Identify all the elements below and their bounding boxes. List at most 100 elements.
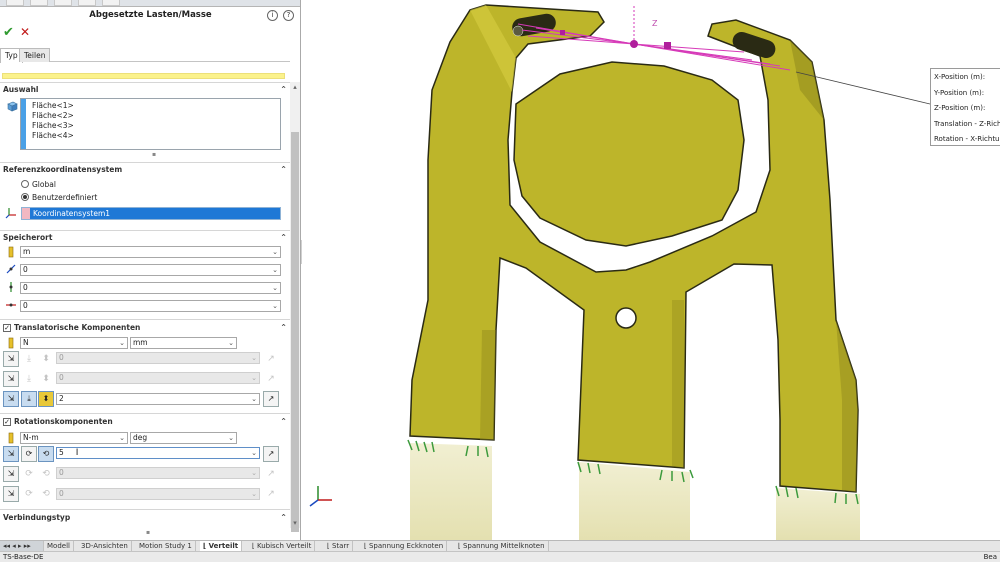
section-title: Rotationskomponenten <box>14 417 113 426</box>
moment-button[interactable]: ⟳ <box>21 446 37 462</box>
select-value: N-m <box>23 433 39 442</box>
force-unit-select[interactable]: N ⌄ <box>20 337 128 349</box>
displacement-button[interactable]: ⬍ <box>38 391 54 407</box>
ok-button[interactable]: ✔ <box>3 26 14 39</box>
rotation-y-input[interactable]: 0 ⌄ <box>56 467 260 479</box>
scroll-up-icon[interactable]: ▴ <box>290 82 300 92</box>
x-axis-icon <box>6 264 16 274</box>
selection-color-chip <box>22 208 30 219</box>
info-icon[interactable]: i <box>267 10 278 21</box>
chevron-down-icon: ⌄ <box>251 395 257 403</box>
panel-scrollbar[interactable]: ▴ ▾ <box>290 82 300 532</box>
units-ruler-icon <box>8 337 14 349</box>
reverse-direction-button[interactable]: ↗ <box>263 391 279 407</box>
location-unit-select[interactable]: m ⌄ <box>20 246 281 258</box>
reverse-direction-icon[interactable]: ↗ <box>264 372 278 386</box>
rotation-x-input[interactable]: 5 I ⌄ <box>56 447 260 459</box>
collapse-icon[interactable]: ⌃ <box>280 322 287 334</box>
radio-benutzerdefiniert[interactable] <box>21 193 29 201</box>
collapse-icon[interactable]: ⌃ <box>280 84 287 96</box>
displacement-icon[interactable]: ⬍ <box>39 372 53 386</box>
x-location-input[interactable]: 0 ⌄ <box>20 264 281 276</box>
input-value: 0 <box>23 301 28 310</box>
scroll-down-icon[interactable]: ▾ <box>290 518 300 528</box>
moment-icon[interactable]: ⟳ <box>22 467 36 481</box>
section-header-rotationskomponenten[interactable]: Rotationskomponenten ⌃ <box>0 416 290 428</box>
section-header-verbindungstyp[interactable]: Verbindungstyp ⌃ <box>0 512 290 524</box>
featuremanager-tab[interactable] <box>6 0 24 6</box>
section-title: Translatorische Komponenten <box>14 323 141 332</box>
text-cursor-icon: I <box>75 448 79 458</box>
x-rotation-button[interactable]: ⇲ <box>3 446 19 462</box>
resize-grip-icon[interactable]: ▪ <box>146 529 150 536</box>
reverse-direction-icon[interactable]: ↗ <box>264 467 278 481</box>
force-arrow-icon[interactable]: ⤓ <box>22 372 36 386</box>
resize-grip-icon[interactable]: ▪ <box>152 151 156 158</box>
translation-y-input[interactable]: 0 ⌄ <box>56 372 260 384</box>
chevron-down-icon: ⌄ <box>251 374 257 382</box>
y-direction-button[interactable]: ⇲ <box>3 371 19 387</box>
chevron-down-icon: ⌄ <box>119 434 125 442</box>
z-rotation-button[interactable]: ⇲ <box>3 486 19 502</box>
featuremanager-tabs <box>0 0 300 7</box>
cancel-button[interactable]: ✕ <box>20 26 30 39</box>
display-manager-tab[interactable] <box>102 0 120 6</box>
tab-teilen[interactable]: Teilen <box>19 48 51 62</box>
collapse-icon[interactable]: ⌃ <box>280 512 287 524</box>
collapse-icon[interactable]: ⌃ <box>280 232 287 244</box>
list-item[interactable]: Fläche<2> <box>32 111 74 121</box>
moment-icon[interactable]: ⟳ <box>22 487 36 501</box>
reverse-direction-icon[interactable]: ↗ <box>264 352 278 366</box>
force-arrow-button[interactable]: ⤓ <box>21 391 37 407</box>
translation-x-input[interactable]: 0 ⌄ <box>56 352 260 364</box>
dimxpert-tab[interactable] <box>78 0 96 6</box>
y-axis-icon <box>9 282 13 292</box>
configmanager-tab[interactable] <box>54 0 72 6</box>
graphics-viewport[interactable]: Z <box>302 0 1000 540</box>
callout-line: Translation - Z-Richt <box>934 119 1000 128</box>
list-item[interactable]: Fläche<4> <box>32 131 74 141</box>
divider <box>0 230 290 231</box>
length-unit-select[interactable]: mm ⌄ <box>130 337 237 349</box>
rotation-icon[interactable]: ⟲ <box>39 467 53 481</box>
divider <box>0 509 290 510</box>
section-header-referenzkoordinatensystem[interactable]: Referenzkoordinatensystem ⌃ <box>0 164 290 176</box>
rotation-z-input[interactable]: 0 ⌄ <box>56 488 260 500</box>
radio-global[interactable] <box>21 180 29 188</box>
divider <box>0 82 290 83</box>
section-header-translatorische-komponenten[interactable]: Translatorische Komponenten ⌃ <box>0 322 290 334</box>
y-location-input[interactable]: 0 ⌄ <box>20 282 281 294</box>
units-ruler-icon <box>8 432 14 444</box>
list-item[interactable]: Fläche<3> <box>32 121 74 131</box>
input-value: 0 <box>59 353 64 362</box>
solidworks-window: Abgesetzte Lasten/Masse i ? ✔ ✕ Typ Teil… <box>0 0 1000 562</box>
face-selection-list[interactable]: Fläche<1> Fläche<2> Fläche<3> Fläche<4> <box>20 98 281 150</box>
list-item[interactable]: Fläche<1> <box>32 101 74 111</box>
coordinate-system-field[interactable]: Koordinatensystem1 <box>21 207 281 220</box>
section-header-speicherort[interactable]: Speicherort ⌃ <box>0 232 290 244</box>
face-shadow <box>480 330 496 440</box>
collapse-icon[interactable]: ⌃ <box>280 416 287 428</box>
z-direction-button[interactable]: ⇲ <box>3 391 19 407</box>
y-rotation-button[interactable]: ⇲ <box>3 466 19 482</box>
angle-unit-select[interactable]: deg ⌄ <box>130 432 237 444</box>
section-header-auswahl[interactable]: Auswahl ⌃ <box>0 84 290 96</box>
force-arrow-icon[interactable]: ⤓ <box>22 352 36 366</box>
part-model: Z <box>309 4 931 540</box>
scroll-thumb[interactable] <box>291 132 299 532</box>
rotation-button[interactable]: ⟲ <box>38 446 54 462</box>
help-icon[interactable]: ? <box>283 10 294 21</box>
propertymanager-tab[interactable] <box>30 0 48 6</box>
translation-z-input[interactable]: 2 ⌄ <box>56 393 260 405</box>
rotation-icon[interactable]: ⟲ <box>39 487 53 501</box>
reverse-direction-icon[interactable]: ↗ <box>264 487 278 501</box>
moment-unit-select[interactable]: N-m ⌄ <box>20 432 128 444</box>
reverse-direction-button[interactable]: ↗ <box>263 446 279 462</box>
tab-bar: Typ Teilen <box>0 47 290 63</box>
displacement-icon[interactable]: ⬍ <box>39 352 53 366</box>
load-callout[interactable]: X-Position (m): Y-Position (m): Z-Positi… <box>930 68 1000 146</box>
part-body[interactable] <box>409 4 859 493</box>
x-direction-button[interactable]: ⇲ <box>3 351 19 367</box>
collapse-icon[interactable]: ⌃ <box>280 164 287 176</box>
z-location-input[interactable]: 0 ⌄ <box>20 300 281 312</box>
